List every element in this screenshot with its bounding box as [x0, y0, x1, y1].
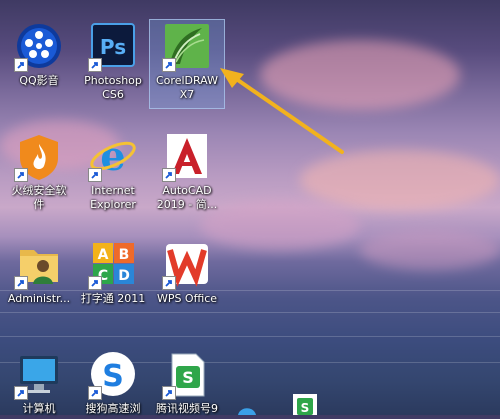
- annotation-arrow: [220, 68, 344, 154]
